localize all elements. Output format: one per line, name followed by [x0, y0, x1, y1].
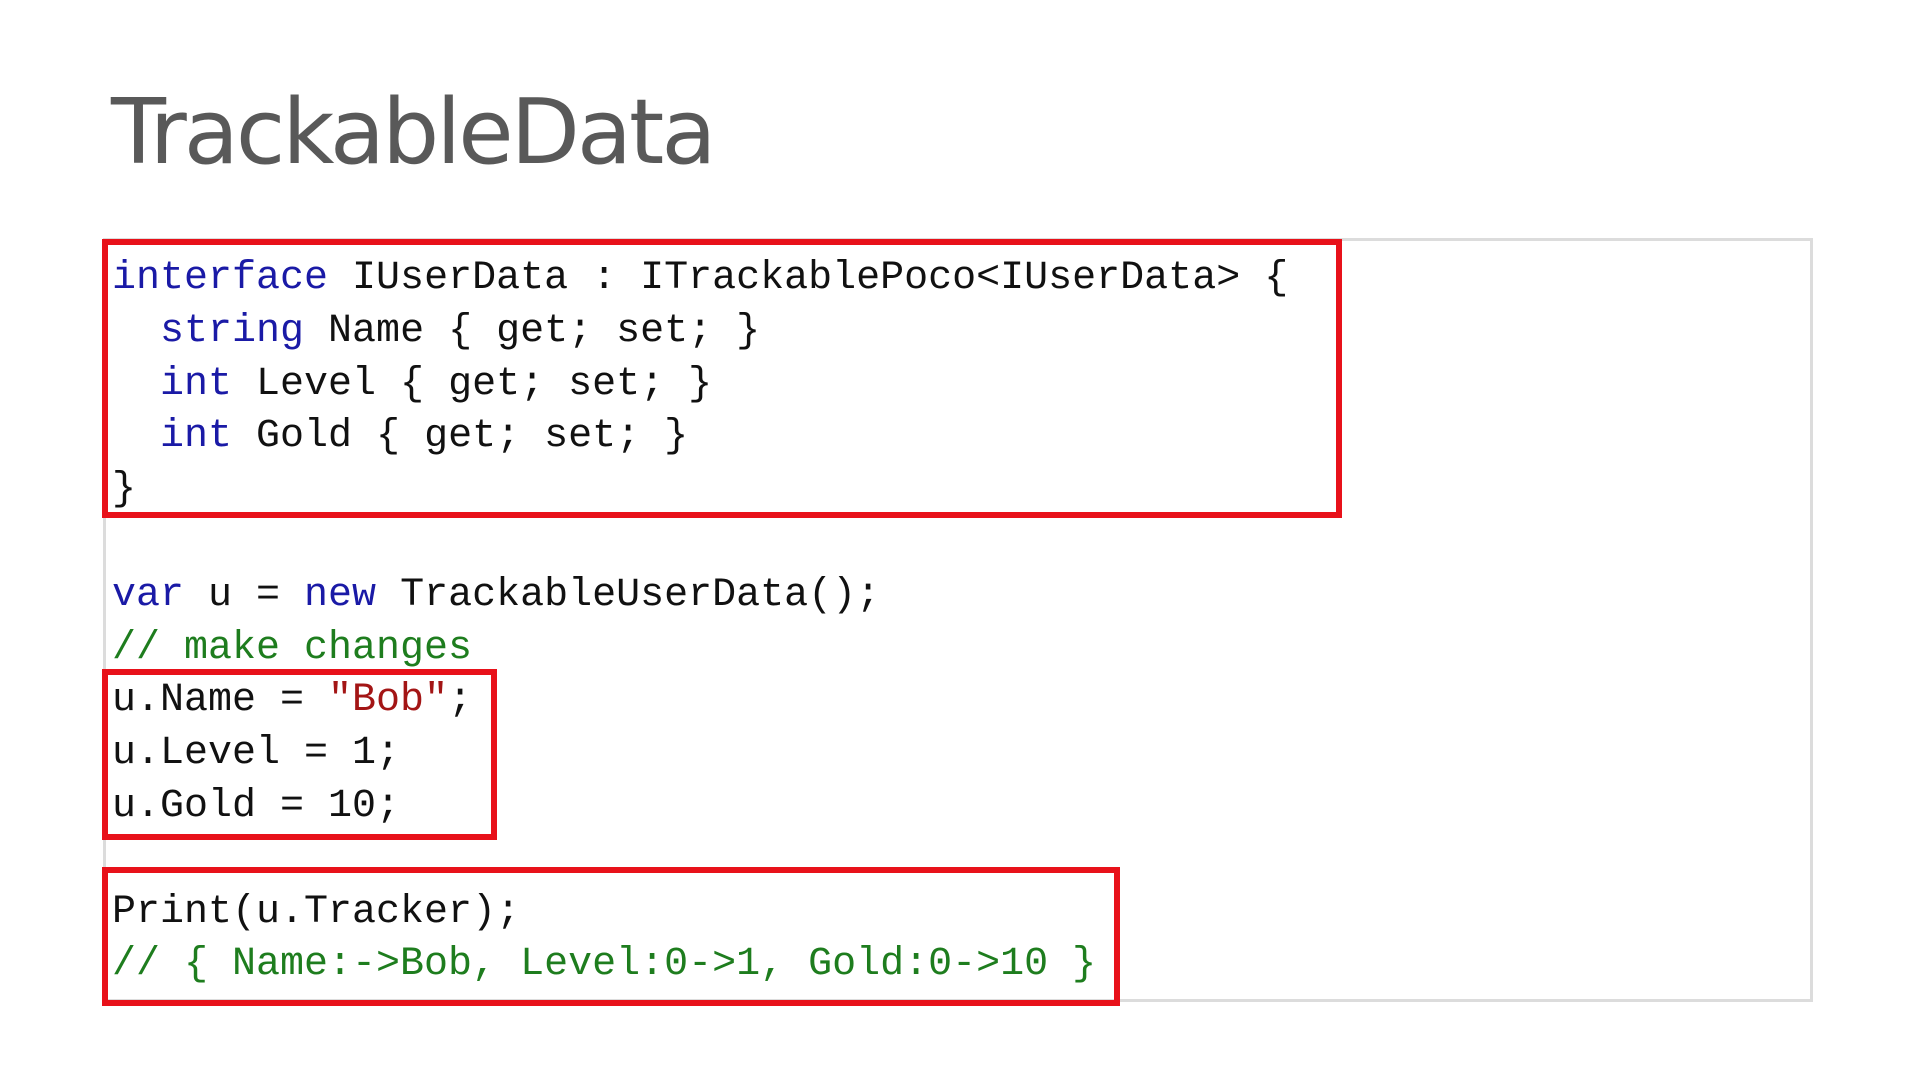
code-text: TrackableUserData();: [376, 572, 881, 618]
highlight-box-interface: [102, 239, 1342, 518]
slide-title: TrackableData: [111, 80, 716, 185]
keyword: new: [304, 572, 377, 618]
highlight-box-assignments: [102, 669, 497, 840]
code-line-create: var u = new TrackableUserData();: [112, 570, 1288, 623]
keyword: var: [112, 572, 185, 618]
code-comment-make-changes: // make changes: [112, 625, 473, 671]
highlight-box-print-output: [102, 867, 1120, 1006]
code-text: u =: [184, 572, 305, 618]
